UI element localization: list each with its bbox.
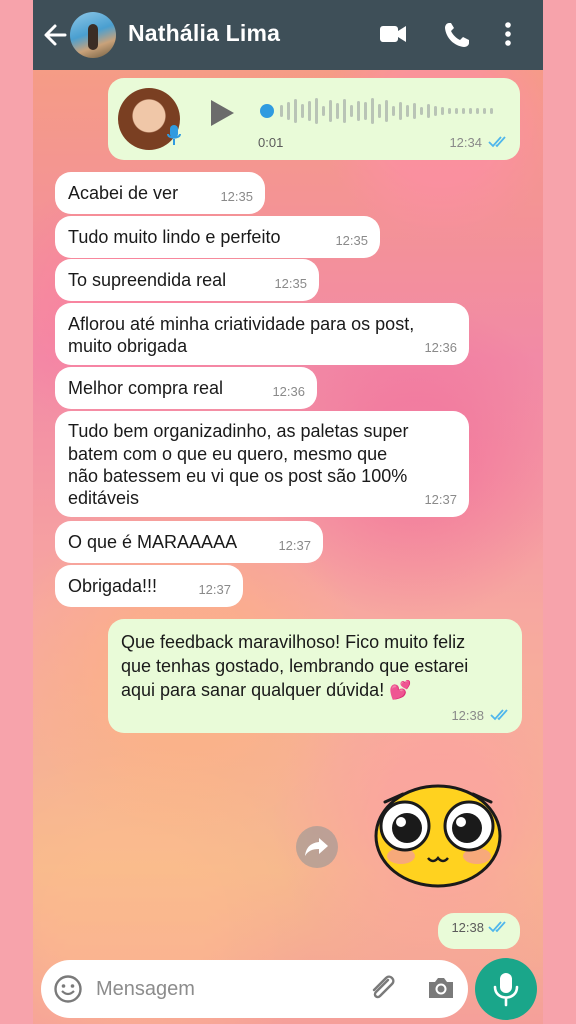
waveform-bar bbox=[322, 106, 325, 116]
message-time: 12:35 bbox=[274, 276, 307, 291]
outgoing-message[interactable]: Que feedback maravilhoso! Fico muito fel… bbox=[108, 619, 522, 733]
waveform-bar bbox=[385, 100, 388, 122]
incoming-message[interactable]: Tudo bem organizadinho, as paletas super… bbox=[55, 411, 469, 517]
message-time: 12:36 bbox=[424, 340, 457, 355]
waveform-bar bbox=[301, 104, 304, 118]
message-line: muito obrigada bbox=[68, 336, 188, 356]
waveform-bar bbox=[308, 101, 311, 121]
waveform-bar bbox=[483, 108, 486, 114]
incoming-message[interactable]: Acabei de ver 12:35 bbox=[55, 172, 265, 214]
message-line: aqui para sanar qualquer dúvida! 💕 bbox=[121, 680, 412, 700]
message-time: 12:34 bbox=[449, 135, 482, 150]
message-time: 12:37 bbox=[278, 538, 311, 553]
incoming-message[interactable]: O que é MARAAAAA 12:37 bbox=[55, 521, 323, 563]
message-time: 12:38 bbox=[451, 708, 484, 723]
message-text: Obrigada!!! bbox=[68, 576, 158, 596]
message-time: 12:37 bbox=[198, 582, 231, 597]
waveform-bar bbox=[336, 103, 339, 119]
waveform-bar bbox=[350, 105, 353, 117]
incoming-message[interactable]: Obrigada!!! 12:37 bbox=[55, 565, 243, 607]
waveform-bar bbox=[420, 107, 423, 115]
waveform-bar bbox=[315, 98, 318, 124]
message-text: Melhor compra real bbox=[68, 378, 224, 398]
message-text: O que é MARAAAAA bbox=[68, 532, 238, 552]
read-ticks-icon bbox=[488, 132, 510, 154]
voice-message[interactable]: 0:01 12:34 bbox=[108, 78, 520, 160]
incoming-message[interactable]: Tudo muito lindo e perfeito 12:35 bbox=[55, 216, 380, 258]
waveform-bar bbox=[280, 105, 283, 117]
read-ticks-icon bbox=[490, 705, 512, 727]
incoming-message[interactable]: Melhor compra real 12:36 bbox=[55, 367, 317, 409]
play-icon[interactable] bbox=[208, 98, 236, 133]
waveform-bar bbox=[392, 106, 395, 116]
forward-icon bbox=[305, 838, 328, 856]
waveform-bar bbox=[469, 108, 472, 114]
message-text: Tudo muito lindo e perfeito bbox=[68, 227, 281, 247]
message-line: editáveis bbox=[68, 488, 140, 508]
incoming-message[interactable]: Aflorou até minha criatividade para os p… bbox=[55, 303, 469, 365]
chat-screen: Nathália Lima 0:01 12:34 Acabei de ver 1… bbox=[33, 0, 543, 1024]
contact-avatar[interactable] bbox=[70, 12, 116, 58]
waveform-bar bbox=[294, 99, 297, 123]
forward-button[interactable] bbox=[296, 826, 338, 868]
waveform-bar bbox=[455, 108, 458, 114]
message-line: batem com o que eu quero, mesmo que bbox=[68, 444, 388, 464]
attach-icon[interactable] bbox=[366, 972, 400, 1011]
waveform-bar bbox=[343, 99, 346, 123]
waveform-bar bbox=[434, 106, 437, 116]
chat-header: Nathália Lima bbox=[33, 0, 543, 70]
waveform-bar bbox=[329, 100, 332, 122]
waveform-bar bbox=[427, 104, 430, 118]
message-time: 12:35 bbox=[220, 189, 253, 204]
voice-duration: 0:01 bbox=[258, 135, 284, 150]
waveform-bar bbox=[287, 102, 290, 120]
waveform-bar bbox=[462, 108, 465, 114]
waveform-bar bbox=[399, 102, 402, 120]
waveform-bar bbox=[357, 101, 360, 121]
message-text: To supreendida real bbox=[68, 270, 227, 290]
video-call-icon[interactable] bbox=[378, 20, 408, 53]
waveform-bar bbox=[441, 107, 444, 115]
message-composer bbox=[41, 960, 468, 1018]
more-options-icon[interactable] bbox=[503, 20, 513, 55]
waveform-bar bbox=[413, 103, 416, 119]
message-line: Aflorou até minha criatividade para os p… bbox=[68, 314, 415, 334]
message-line: Tudo bem organizadinho, as paletas super bbox=[68, 421, 409, 441]
waveform-bar bbox=[378, 104, 381, 118]
waveform-bar bbox=[371, 98, 374, 124]
message-time: 12:35 bbox=[335, 233, 368, 248]
message-input[interactable] bbox=[96, 972, 356, 1006]
message-line: Que feedback maravilhoso! Fico muito fel… bbox=[121, 632, 466, 652]
waveform-bar bbox=[364, 102, 367, 120]
contact-name[interactable]: Nathália Lima bbox=[128, 20, 280, 47]
voice-call-icon[interactable] bbox=[443, 20, 471, 55]
back-arrow-icon[interactable] bbox=[41, 17, 71, 53]
message-time: 12:36 bbox=[272, 384, 305, 399]
message-line: que tenhas gostado, lembrando que estare… bbox=[121, 656, 469, 676]
message-time: 12:37 bbox=[424, 492, 457, 507]
incoming-message[interactable]: To supreendida real 12:35 bbox=[55, 259, 319, 301]
read-ticks-icon bbox=[488, 917, 510, 939]
microphone-icon bbox=[493, 973, 519, 1007]
camera-icon[interactable] bbox=[426, 974, 456, 1007]
message-time: 12:38 bbox=[451, 920, 484, 935]
cute-face-sticker[interactable] bbox=[373, 780, 503, 888]
microphone-icon bbox=[166, 124, 182, 153]
message-text: Acabei de ver bbox=[68, 183, 179, 203]
voice-record-button[interactable] bbox=[475, 958, 537, 1020]
emoji-icon[interactable] bbox=[53, 974, 83, 1009]
message-line: não batessem eu vi que os post são 100% bbox=[68, 466, 408, 486]
waveform-bar bbox=[406, 105, 409, 117]
waveform-bar bbox=[448, 108, 451, 114]
waveform-bar bbox=[490, 108, 493, 114]
waveform[interactable] bbox=[260, 96, 508, 126]
sticker-time-badge: 12:38 bbox=[438, 913, 520, 949]
waveform-bar bbox=[476, 108, 479, 114]
